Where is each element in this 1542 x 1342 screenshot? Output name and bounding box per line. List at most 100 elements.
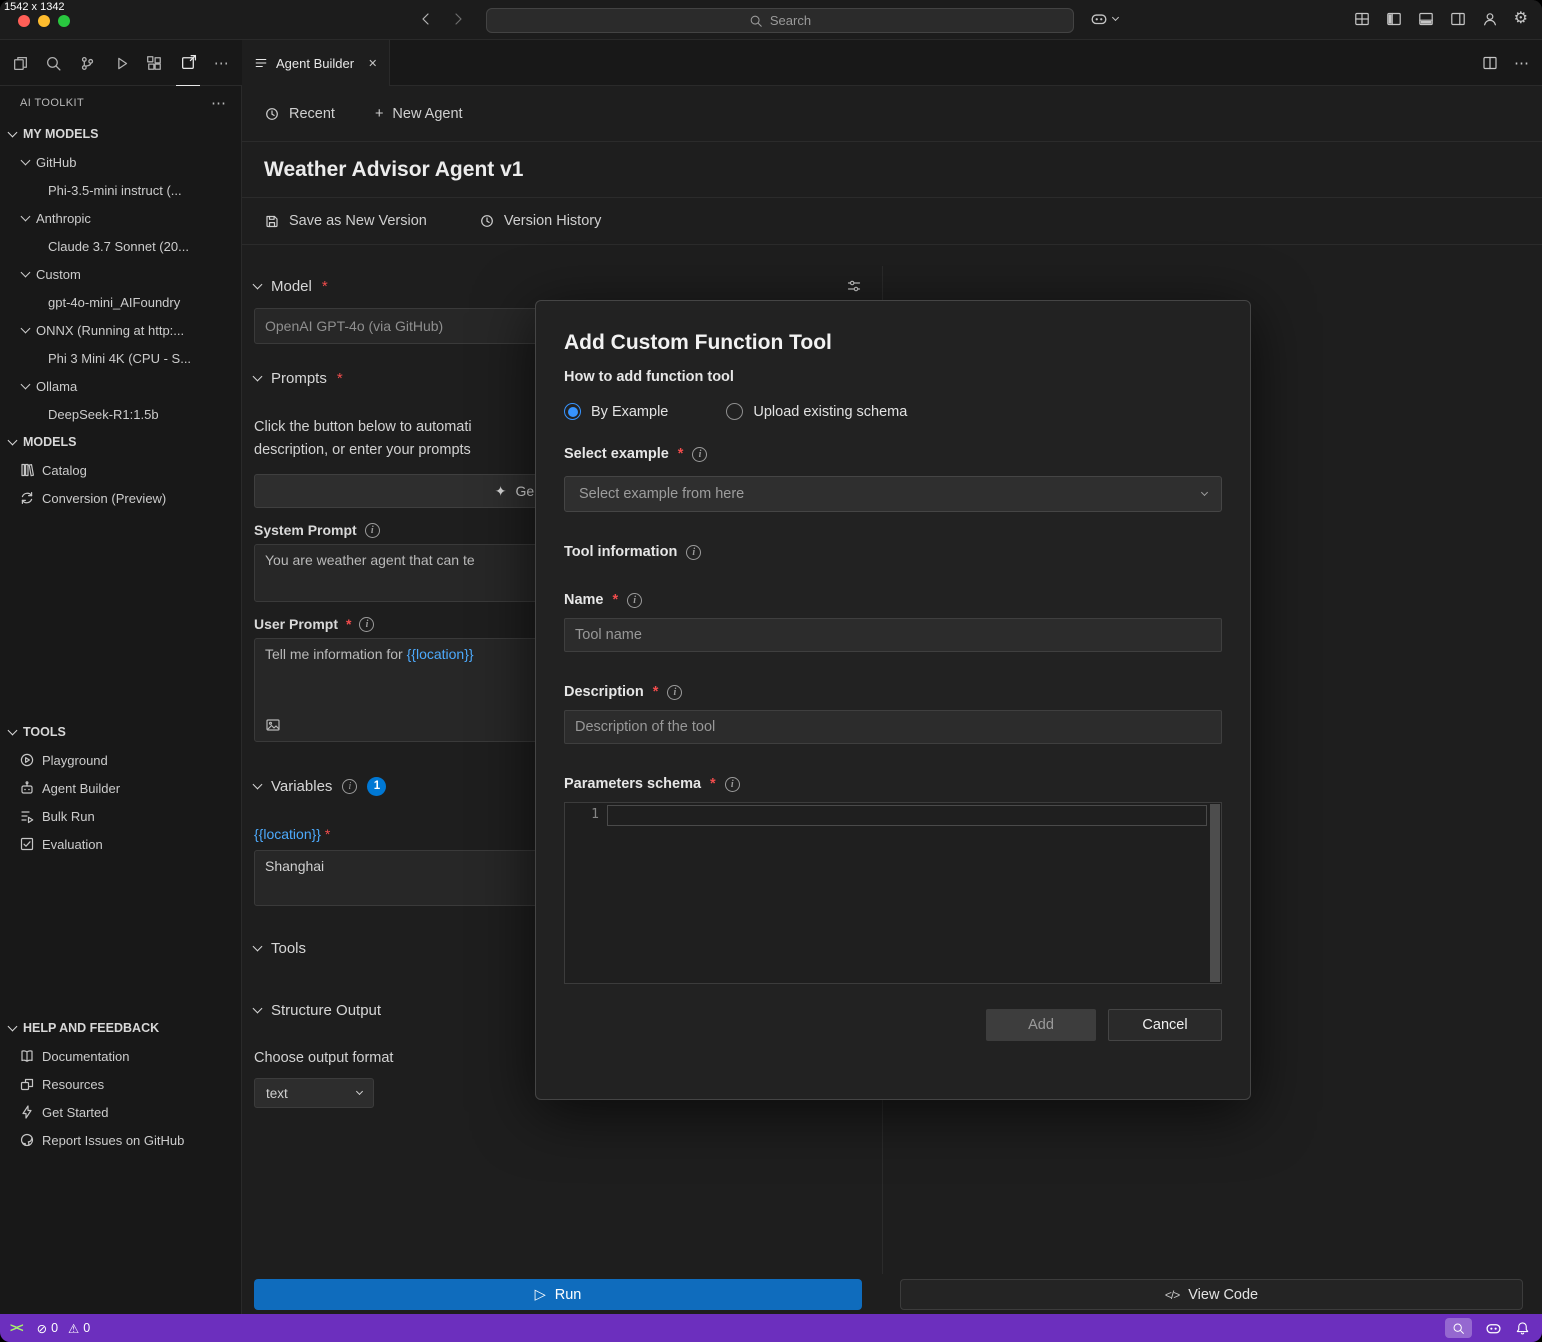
new-agent-button[interactable]: + New Agent (375, 106, 463, 122)
search-activity-icon[interactable] (42, 41, 67, 86)
chevron-down-icon (21, 267, 31, 277)
sidebar-item-playground[interactable]: Playground (0, 746, 241, 774)
sidebar-item-catalog[interactable]: Catalog (0, 456, 241, 484)
problems-indicator[interactable]: ⊘0 ⚠0 (37, 1321, 91, 1336)
info-icon[interactable] (365, 523, 380, 538)
zoom-indicator[interactable] (1445, 1318, 1472, 1338)
version-history-button[interactable]: Version History (479, 213, 602, 229)
explorer-icon[interactable] (8, 41, 33, 86)
tree-item-model[interactable]: Phi 3 Mini 4K (CPU - S... (0, 344, 241, 372)
settings-gear-icon[interactable]: ⚙ (1514, 11, 1528, 27)
model-settings-icon[interactable] (846, 278, 862, 294)
view-code-button[interactable]: </> View Code (900, 1279, 1523, 1310)
tab-agent-builder[interactable]: Agent Builder ✕ (242, 40, 390, 86)
tool-name-input[interactable] (564, 618, 1222, 652)
info-icon[interactable] (627, 593, 642, 608)
forward-arrow-icon[interactable] (450, 11, 466, 27)
customize-layout-icon[interactable] (1354, 11, 1370, 27)
minimize-window-button[interactable] (38, 15, 50, 27)
tree-item-model[interactable]: Phi-3.5-mini instruct (... (0, 176, 241, 204)
copilot-menu-button[interactable] (1090, 10, 1118, 28)
toggle-secondary-sidebar-icon[interactable] (1450, 11, 1466, 27)
tree-group-custom[interactable]: Custom (0, 260, 241, 288)
notifications-bell-icon[interactable] (1515, 1321, 1530, 1336)
tree-item-model[interactable]: gpt-4o-mini_AIFoundry (0, 288, 241, 316)
sidebar-more-icon[interactable]: ⋯ (211, 94, 227, 112)
chevron-down-icon (253, 941, 263, 951)
radio-by-example[interactable]: By Example (564, 403, 668, 420)
sidebar-item-get-started[interactable]: Get Started (0, 1098, 241, 1126)
extensions-icon[interactable] (142, 41, 167, 86)
close-window-button[interactable] (18, 15, 30, 27)
chevron-down-icon (253, 1003, 263, 1013)
info-icon[interactable] (359, 617, 374, 632)
tree-group-onnx[interactable]: ONNX (Running at http:... (0, 316, 241, 344)
parameters-schema-label: Parameters schema * (564, 776, 1222, 792)
info-icon[interactable] (667, 685, 682, 700)
example-select[interactable]: Select example from here (564, 476, 1222, 512)
ai-toolkit-icon[interactable] (176, 41, 201, 86)
info-icon[interactable] (692, 447, 707, 462)
activity-tab-strip: ⋯ Agent Builder ✕ ⋯ (0, 40, 1542, 86)
sidebar-item-report-issues[interactable]: Report Issues on GitHub (0, 1126, 241, 1154)
info-icon[interactable] (342, 779, 357, 794)
remote-indicator-icon[interactable]: >< (10, 1321, 23, 1335)
attach-image-icon[interactable] (265, 717, 281, 733)
radio-unselected-icon (726, 403, 743, 420)
copilot-icon (1090, 10, 1108, 28)
section-my-models[interactable]: MY MODELS (0, 120, 241, 148)
tree-group-anthropic[interactable]: Anthropic (0, 204, 241, 232)
copilot-status-icon[interactable] (1485, 1320, 1502, 1337)
radio-upload-schema[interactable]: Upload existing schema (726, 403, 907, 420)
account-icon[interactable] (1482, 11, 1498, 27)
vscode-window: 1542 x 1342 Search ⚙ (0, 0, 1542, 1342)
sidebar-item-conversion[interactable]: Conversion (Preview) (0, 484, 241, 512)
status-bar: >< ⊘0 ⚠0 (0, 1314, 1542, 1342)
activity-more-icon[interactable]: ⋯ (209, 41, 234, 86)
sidebar-item-documentation[interactable]: Documentation (0, 1042, 241, 1070)
conversion-icon (19, 490, 35, 506)
section-tools[interactable]: TOOLS (0, 718, 241, 746)
editor-more-icon[interactable]: ⋯ (1514, 54, 1530, 72)
tree-item-model[interactable]: Claude 3.7 Sonnet (20... (0, 232, 241, 260)
parameters-schema-editor[interactable]: 1 (564, 802, 1222, 984)
chevron-down-icon (356, 1087, 363, 1094)
toggle-panel-icon[interactable] (1418, 11, 1434, 27)
chevron-down-icon (253, 371, 263, 381)
info-icon[interactable] (725, 777, 740, 792)
cancel-button[interactable]: Cancel (1108, 1009, 1222, 1041)
sidebar-item-agent-builder[interactable]: Agent Builder (0, 774, 241, 802)
split-editor-icon[interactable] (1482, 55, 1498, 71)
sidebar-item-evaluation[interactable]: Evaluation (0, 830, 241, 858)
zoom-window-button[interactable] (58, 15, 70, 27)
run-button[interactable]: ▷ Run (254, 1279, 862, 1310)
close-tab-icon[interactable]: ✕ (368, 57, 377, 70)
model-section-header[interactable]: Model * (254, 272, 862, 300)
section-help-and-feedback[interactable]: HELP AND FEEDBACK (0, 1014, 241, 1042)
source-control-icon[interactable] (75, 41, 100, 86)
search-input[interactable]: Search (486, 8, 1074, 33)
bulk-run-icon (19, 808, 35, 824)
output-format-select[interactable]: text (254, 1078, 374, 1108)
back-arrow-icon[interactable] (418, 11, 434, 27)
activity-bar: ⋯ (0, 40, 242, 86)
run-debug-icon[interactable] (109, 41, 134, 86)
recent-button[interactable]: Recent (264, 106, 335, 122)
magnifier-icon (1452, 1322, 1465, 1335)
editor-scrollbar[interactable] (1210, 804, 1220, 982)
tree-group-github[interactable]: GitHub (0, 148, 241, 176)
sidebar-item-resources[interactable]: Resources (0, 1070, 241, 1098)
section-models[interactable]: MODELS (0, 428, 241, 456)
info-icon[interactable] (686, 545, 701, 560)
sidebar-item-bulk-run[interactable]: Bulk Run (0, 802, 241, 830)
code-icon: </> (1165, 1288, 1179, 1302)
tree-group-ollama[interactable]: Ollama (0, 372, 241, 400)
warnings-count: 0 (83, 1321, 90, 1335)
toggle-primary-sidebar-icon[interactable] (1386, 11, 1402, 27)
tree-item-model[interactable]: DeepSeek-R1:1.5b (0, 400, 241, 428)
section-label: TOOLS (23, 725, 66, 739)
tool-description-input[interactable] (564, 710, 1222, 744)
add-button[interactable]: Add (986, 1009, 1096, 1041)
save-as-new-version-button[interactable]: Save as New Version (264, 213, 427, 229)
github-icon (19, 1132, 35, 1148)
